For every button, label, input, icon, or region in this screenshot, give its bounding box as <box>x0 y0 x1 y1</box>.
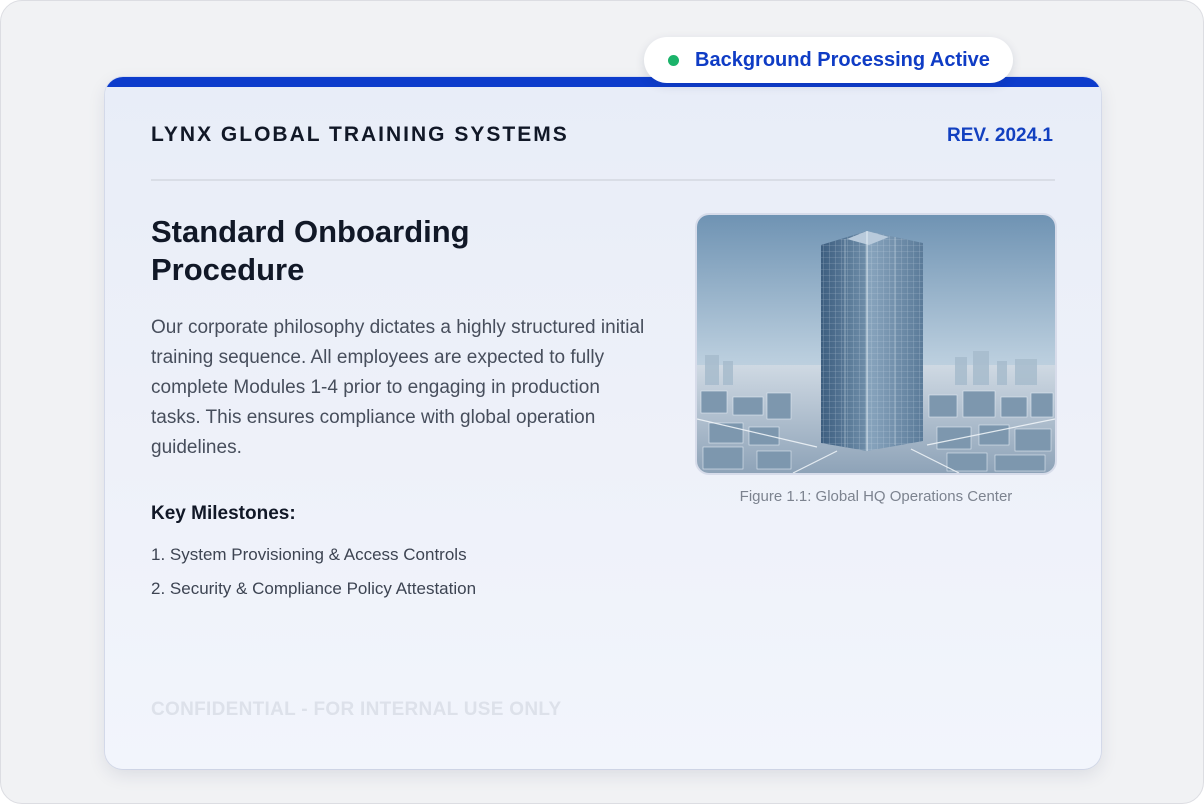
status-label: Background Processing Active <box>695 48 990 71</box>
window-frame: LYNX GLOBAL TRAINING SYSTEMS REV. 2024.1… <box>0 0 1204 804</box>
skyscraper-illustration <box>697 215 1055 473</box>
page-title: Standard Onboarding Procedure <box>151 214 470 287</box>
figure-caption: Figure 1.1: Global HQ Operations Center <box>739 488 1013 505</box>
milestone-item: 1. System Provisioning & Access Controls <box>151 545 467 564</box>
confidential-watermark: CONFIDENTIAL - FOR INTERNAL USE ONLY <box>151 699 562 720</box>
background-processing-status: Background Processing Active <box>644 37 1013 83</box>
milestones-heading: Key Milestones: <box>151 503 296 524</box>
status-dot-icon <box>668 54 679 66</box>
document-card: LYNX GLOBAL TRAINING SYSTEMS REV. 2024.1… <box>105 77 1101 769</box>
organization-name: LYNX GLOBAL TRAINING SYSTEMS <box>151 123 569 146</box>
revision-label: REV. 2024.1 <box>947 125 1053 146</box>
milestones-list: 1. System Provisioning & Access Controls… <box>151 538 476 606</box>
body-paragraph: Our corporate philosophy dictates a high… <box>151 317 645 458</box>
hq-building-image <box>695 213 1057 475</box>
milestone-item: 2. Security & Compliance Policy Attestat… <box>151 579 477 598</box>
header-divider <box>151 179 1055 181</box>
